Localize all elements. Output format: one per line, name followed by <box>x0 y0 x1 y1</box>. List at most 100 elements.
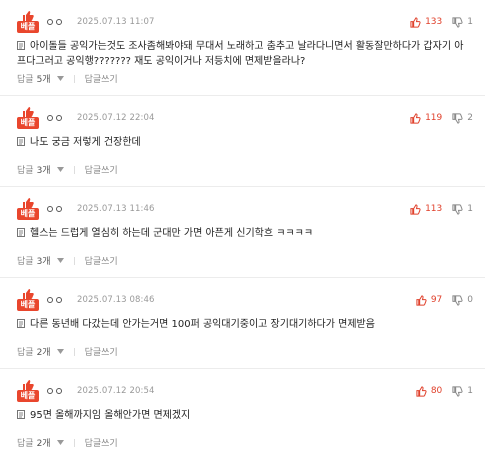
best-badge-label: 베플 <box>17 390 39 402</box>
comment-item: 베플 2025.07.13 11:07 133 1 아이돌들 공익가는것도 조사… <box>0 0 485 96</box>
best-badge-label: 베플 <box>17 117 39 129</box>
write-reply-button[interactable]: 답글쓰기 <box>85 436 118 449</box>
vote-group: 133 1 <box>410 16 473 28</box>
comment-footer: 답글 2개 답글쓰기 <box>17 436 118 449</box>
write-reply-button[interactable]: 답글쓰기 <box>85 163 118 176</box>
upvote-count: 80 <box>430 386 443 396</box>
chevron-down-icon <box>56 76 64 81</box>
comment-item: 베플 2025.07.12 22:04 119 2 나도 궁금 저렇게 건장한데… <box>0 96 485 187</box>
thumbs-up-icon <box>23 289 34 299</box>
upvote-button[interactable]: 113 <box>410 203 442 215</box>
comment-body: 아이돌들 공익가는것도 조사좀해봐야돼 무대서 노래하고 춤추고 날라다니면서 … <box>17 39 467 69</box>
reply-label: 답글 <box>17 348 34 358</box>
upvote-count: 133 <box>425 17 443 27</box>
best-badge-label: 베플 <box>17 208 39 220</box>
downvote-count: 1 <box>467 17 473 27</box>
comment-date: 2025.07.12 22:04 <box>77 113 155 123</box>
comment-item: 베플 2025.07.13 08:46 97 0 다른 동년배 다갔는데 안가는… <box>0 278 485 369</box>
comment-text: 헬스는 드럽게 열심히 하는데 군대만 가면 아픈게 신기학흐 ㅋㅋㅋㅋ <box>30 228 314 239</box>
best-comment-badge: 베플 <box>17 198 39 220</box>
vote-group: 80 1 <box>416 385 473 397</box>
reply-count: 2개 <box>36 439 51 449</box>
reply-count: 2개 <box>36 348 51 358</box>
comment-date: 2025.07.13 08:46 <box>77 295 155 305</box>
thumbs-down-icon <box>452 16 463 28</box>
thumbs-up-icon <box>23 380 34 390</box>
reply-toggle-button[interactable]: 답글 2개 <box>17 436 64 449</box>
downvote-count: 1 <box>467 386 473 396</box>
thumbs-up-icon <box>416 294 427 306</box>
vote-group: 113 1 <box>410 203 473 215</box>
thumbs-up-icon <box>416 385 427 397</box>
masked-nickname[interactable] <box>47 19 62 25</box>
comment-date: 2025.07.13 11:46 <box>77 204 155 214</box>
footer-divider <box>73 74 75 83</box>
write-reply-button[interactable]: 답글쓰기 <box>85 254 118 267</box>
comment-text: 아이돌들 공익가는것도 조사좀해봐야돼 무대서 노래하고 춤추고 날라다니면서 … <box>17 41 464 67</box>
thumbs-up-icon <box>410 16 421 28</box>
reply-count: 3개 <box>36 166 51 176</box>
comment-item: 베플 2025.07.13 11:46 113 1 헬스는 드럽게 열심히 하는… <box>0 187 485 278</box>
comment-header: 베플 2025.07.12 22:04 119 2 <box>17 107 473 129</box>
upvote-count: 97 <box>430 295 443 305</box>
nickname-dot-icon <box>47 115 53 121</box>
downvote-button[interactable]: 1 <box>452 385 473 397</box>
document-icon <box>17 41 25 50</box>
masked-nickname[interactable] <box>47 388 62 394</box>
comment-text: 다른 동년배 다갔는데 안가는거면 100퍼 공익대기중이고 장기대기하다가 면… <box>30 319 375 330</box>
chevron-down-icon <box>56 167 64 172</box>
best-comment-badge: 베플 <box>17 380 39 402</box>
comment-list: 베플 2025.07.13 11:07 133 1 아이돌들 공익가는것도 조사… <box>0 0 485 455</box>
nickname-dot-icon <box>56 19 62 25</box>
nickname-dot-icon <box>56 297 62 303</box>
reply-label: 답글 <box>17 257 34 267</box>
chevron-down-icon <box>56 258 64 263</box>
downvote-count: 0 <box>467 295 473 305</box>
downvote-count: 1 <box>467 204 473 214</box>
masked-nickname[interactable] <box>47 115 62 121</box>
reply-toggle-button[interactable]: 답글 3개 <box>17 163 64 176</box>
comment-date: 2025.07.13 11:07 <box>77 17 155 27</box>
upvote-button[interactable]: 80 <box>416 385 443 397</box>
downvote-button[interactable]: 1 <box>452 16 473 28</box>
masked-nickname[interactable] <box>47 206 62 212</box>
best-badge-label: 베플 <box>17 299 39 311</box>
thumbs-down-icon <box>452 385 463 397</box>
best-badge-label: 베플 <box>17 21 39 33</box>
upvote-count: 119 <box>425 113 443 123</box>
reply-label: 답글 <box>17 166 34 176</box>
reply-toggle-button[interactable]: 답글 3개 <box>17 254 64 267</box>
comment-header: 베플 2025.07.13 11:46 113 1 <box>17 198 473 220</box>
thumbs-up-icon <box>410 112 421 124</box>
document-icon <box>17 319 25 328</box>
downvote-button[interactable]: 2 <box>452 112 473 124</box>
footer-divider <box>73 165 75 174</box>
comment-date: 2025.07.12 20:54 <box>77 386 155 396</box>
footer-divider <box>73 347 75 356</box>
upvote-button[interactable]: 133 <box>410 16 443 28</box>
comment-text: 나도 궁금 저렇게 건장한데 <box>30 137 141 148</box>
document-icon <box>17 410 25 419</box>
upvote-button[interactable]: 97 <box>416 294 443 306</box>
footer-divider <box>73 438 75 447</box>
vote-group: 97 0 <box>416 294 473 306</box>
reply-toggle-button[interactable]: 답글 2개 <box>17 345 64 358</box>
downvote-count: 2 <box>467 113 473 123</box>
write-reply-button[interactable]: 답글쓰기 <box>85 345 118 358</box>
downvote-button[interactable]: 0 <box>452 294 473 306</box>
comment-header: 베플 2025.07.12 20:54 80 1 <box>17 380 473 402</box>
downvote-button[interactable]: 1 <box>452 203 473 215</box>
nickname-dot-icon <box>47 19 53 25</box>
reply-label: 답글 <box>17 439 34 449</box>
upvote-button[interactable]: 119 <box>410 112 443 124</box>
write-reply-button[interactable]: 답글쓰기 <box>85 72 118 85</box>
masked-nickname[interactable] <box>47 297 62 303</box>
thumbs-up-icon <box>410 203 421 215</box>
vote-group: 119 2 <box>410 112 473 124</box>
nickname-dot-icon <box>56 115 62 121</box>
best-comment-badge: 베플 <box>17 107 39 129</box>
reply-toggle-button[interactable]: 답글 5개 <box>17 72 64 85</box>
nickname-dot-icon <box>56 388 62 394</box>
nickname-dot-icon <box>56 206 62 212</box>
comment-footer: 답글 3개 답글쓰기 <box>17 163 118 176</box>
